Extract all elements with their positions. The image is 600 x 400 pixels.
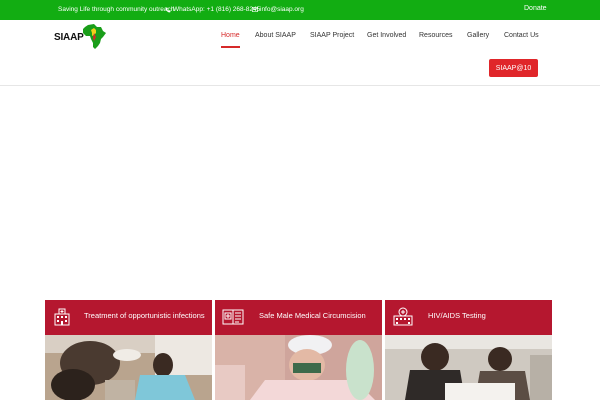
nav-resources[interactable]: Resources: [419, 29, 452, 42]
mail-icon: [252, 7, 258, 12]
service-card-hiv-testing[interactable]: HIV/AIDS Testing: [385, 300, 552, 400]
card-title: Safe Male Medical Circumcision: [259, 311, 366, 320]
nav-get-involved[interactable]: Get Involved: [367, 29, 406, 42]
africa-map-icon: [83, 24, 106, 49]
photo-surgical-team: [215, 335, 382, 400]
email-text: info@siaap.org: [260, 6, 304, 13]
service-card-infections[interactable]: Treatment of opportunistic infections: [45, 300, 212, 400]
hero-area: [0, 86, 600, 301]
nav-about[interactable]: About SIAAP: [255, 29, 296, 42]
whatsapp-contact[interactable]: WhatsApp: +1 (816) 268-8245: [165, 6, 260, 13]
card-header: Safe Male Medical Circumcision: [215, 300, 382, 335]
logo-text: SIAAP: [54, 32, 84, 43]
nav-contact[interactable]: Contact Us: [504, 29, 539, 42]
photo-patient-treatment: [45, 335, 212, 400]
tagline: Saving Life through community outreach: [58, 6, 175, 13]
hospital-icon: [54, 308, 70, 326]
whatsapp-text: WhatsApp: +1 (816) 268-8245: [173, 6, 261, 13]
clinic-icon: [393, 307, 413, 326]
donate-link[interactable]: Donate: [524, 5, 547, 12]
photo-hiv-testing: [385, 335, 552, 400]
card-title: HIV/AIDS Testing: [428, 311, 486, 320]
site-header: SIAAP Home About SIAAP SIAAP Project Get…: [0, 20, 600, 86]
top-bar: Saving Life through community outreach W…: [0, 0, 600, 20]
medical-book-icon: [222, 309, 244, 325]
site-logo[interactable]: SIAAP: [54, 24, 106, 50]
services-row: Treatment of opportunistic infections Sa…: [45, 300, 552, 400]
nav-project[interactable]: SIAAP Project: [310, 29, 354, 42]
card-title: Treatment of opportunistic infections: [84, 311, 205, 320]
siaap-at-10-button[interactable]: SIAAP@10: [489, 59, 538, 77]
nav-gallery[interactable]: Gallery: [467, 29, 489, 42]
nav-home[interactable]: Home: [221, 29, 240, 48]
phone-icon: [165, 7, 171, 12]
email-contact[interactable]: info@siaap.org: [252, 6, 304, 13]
page: Saving Life through community outreach W…: [0, 0, 600, 400]
service-card-circumcision[interactable]: Safe Male Medical Circumcision: [215, 300, 382, 400]
card-header: Treatment of opportunistic infections: [45, 300, 212, 335]
card-header: HIV/AIDS Testing: [385, 300, 552, 335]
